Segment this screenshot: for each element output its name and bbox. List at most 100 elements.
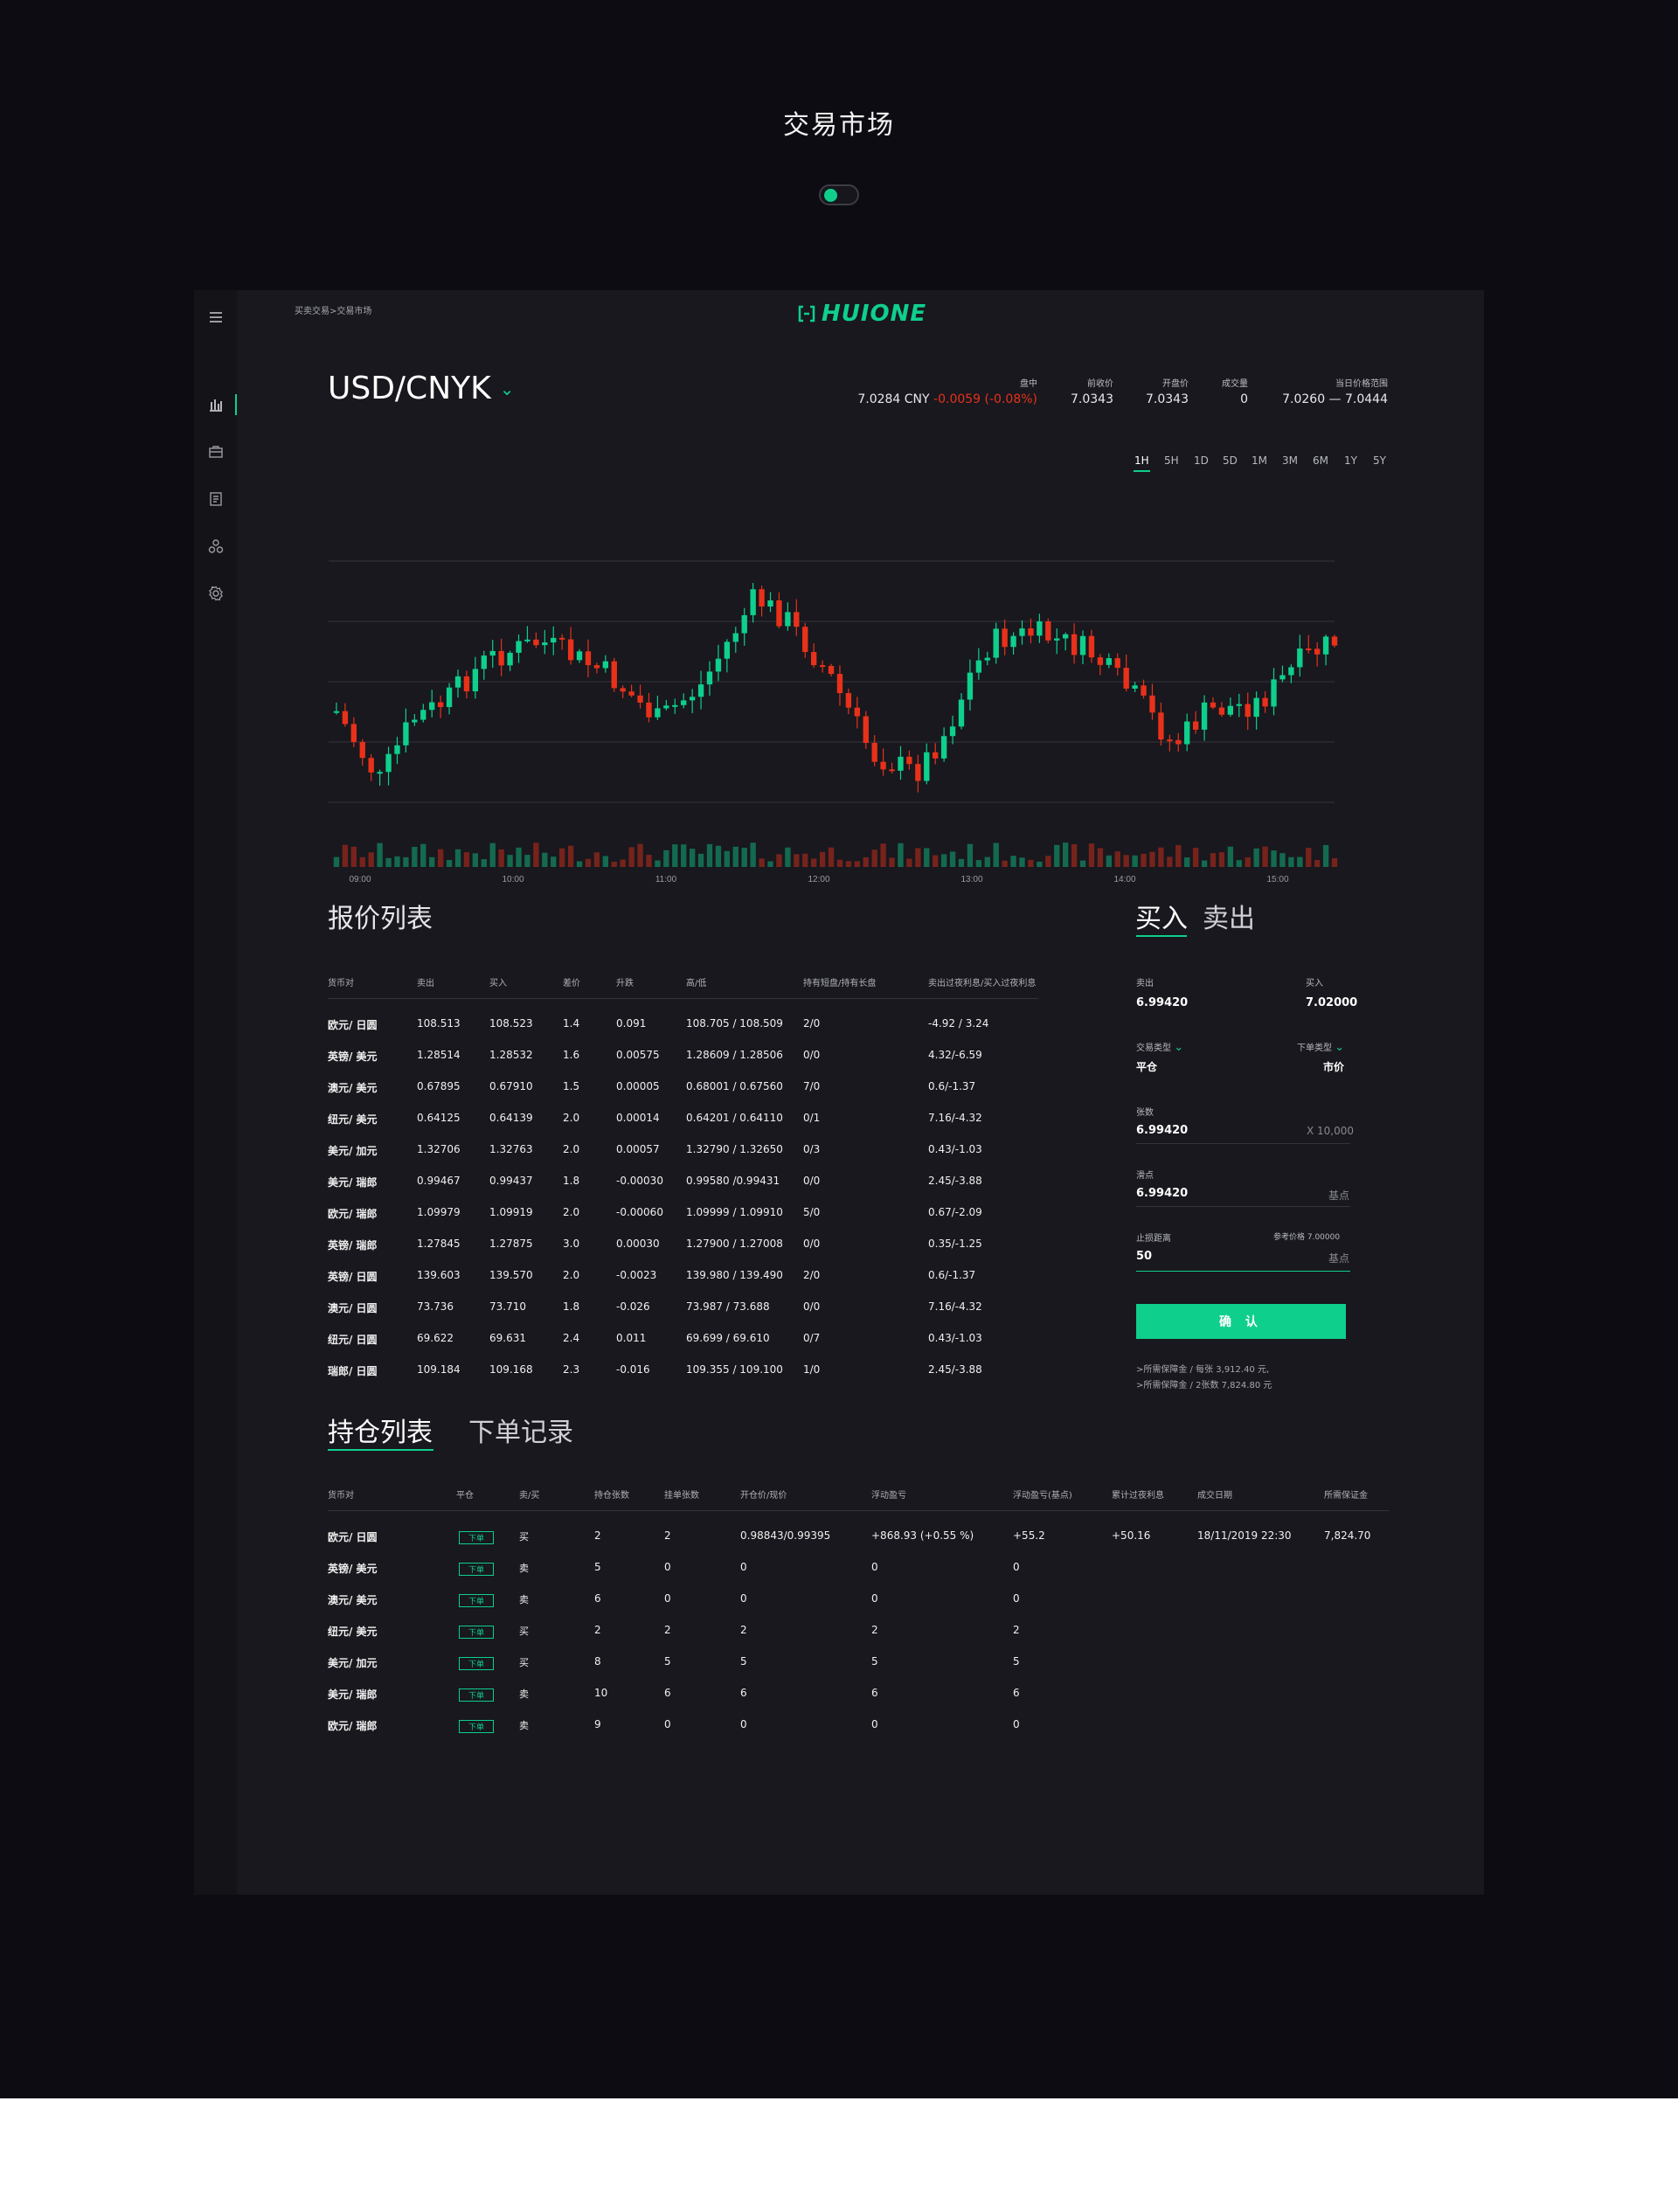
quote-cell-buy: 1.27875 bbox=[489, 1238, 533, 1250]
candle-body bbox=[949, 726, 956, 737]
position-cell-pnl_bp: 0 bbox=[1013, 1718, 1020, 1730]
quote-cell-change: -0.026 bbox=[616, 1300, 650, 1313]
tab-range-1h[interactable]: 1H bbox=[1134, 454, 1150, 472]
close-position-button[interactable]: 下单 bbox=[459, 1531, 494, 1544]
close-position-button[interactable]: 下单 bbox=[459, 1626, 494, 1639]
tab-sell[interactable]: 卖出 bbox=[1203, 897, 1255, 935]
candle-body bbox=[646, 702, 652, 718]
quote-cell-buy: 1.32763 bbox=[489, 1143, 533, 1155]
candle-body bbox=[350, 724, 357, 743]
volume-bar bbox=[1279, 853, 1286, 867]
candle-body bbox=[915, 764, 921, 781]
sidebar-item-settings[interactable] bbox=[194, 576, 237, 611]
lots-input[interactable]: 6.99420 bbox=[1136, 1124, 1188, 1137]
close-position-button[interactable]: 下单 bbox=[459, 1594, 494, 1607]
volume-bar bbox=[489, 843, 496, 867]
breadcrumb[interactable]: 买卖交易>交易市场 bbox=[295, 303, 371, 316]
tab-buy[interactable]: 买入 bbox=[1135, 897, 1188, 935]
stat-day-range-label: 当日价格范围 bbox=[1335, 379, 1388, 389]
quotes-header-cell: 高/低 bbox=[686, 979, 707, 988]
volume-bar bbox=[1054, 844, 1060, 867]
positions-header-cell: 挂单张数 bbox=[664, 1491, 699, 1501]
candle-body bbox=[1236, 704, 1242, 706]
theme-toggle[interactable] bbox=[819, 184, 859, 205]
candle-body bbox=[1175, 739, 1182, 745]
close-position-button[interactable]: 下单 bbox=[459, 1688, 494, 1702]
menu-icon[interactable] bbox=[194, 300, 237, 335]
quote-cell-pair: 英镑/ 美元 bbox=[328, 1051, 378, 1063]
candle-body bbox=[542, 642, 548, 646]
lots-unit: X 10,000 bbox=[1307, 1125, 1355, 1137]
position-cell-pair: 澳元/ 美元 bbox=[328, 1594, 378, 1606]
candle-body bbox=[342, 711, 349, 725]
tab-buy-underline bbox=[1136, 935, 1187, 937]
tab-range-5h[interactable]: 5H bbox=[1164, 454, 1179, 467]
stat-mid-label: 盘中 bbox=[1020, 379, 1037, 389]
candle-body bbox=[567, 639, 574, 661]
candle-body bbox=[368, 758, 374, 773]
quote-cell-sell: 0.67895 bbox=[417, 1080, 461, 1092]
positions-header-cell: 成交日期 bbox=[1197, 1491, 1232, 1501]
tab-range-6m[interactable]: 6M bbox=[1313, 454, 1328, 467]
tab-positions[interactable]: 持仓列表 bbox=[328, 1411, 433, 1449]
tab-positions-underline bbox=[328, 1449, 433, 1451]
candle-body bbox=[637, 695, 643, 703]
quote-cell-sell: 1.32706 bbox=[417, 1143, 461, 1155]
nodes-icon bbox=[208, 539, 223, 553]
x-tick-label: 09:00 bbox=[349, 875, 371, 884]
tab-range-5y[interactable]: 5Y bbox=[1373, 454, 1386, 467]
volume-bar bbox=[940, 854, 947, 867]
volume-bar bbox=[724, 850, 731, 867]
buy-value: 7.02000 bbox=[1306, 996, 1358, 1009]
volume-bar bbox=[810, 858, 817, 867]
candle-body bbox=[898, 756, 904, 771]
slippage-input[interactable]: 6.99420 bbox=[1136, 1187, 1188, 1200]
candle-body bbox=[741, 614, 747, 634]
sidebar-item-records[interactable] bbox=[194, 482, 237, 517]
volume-bar bbox=[611, 861, 617, 867]
quote-cell-spread: 2.0 bbox=[563, 1206, 580, 1218]
candle-body bbox=[454, 676, 461, 688]
tab-range-1d[interactable]: 1D bbox=[1194, 454, 1209, 467]
order-type-dropdown[interactable]: 下单类型 ⌄ bbox=[1297, 1040, 1344, 1054]
tab-range-3m[interactable]: 3M bbox=[1282, 454, 1298, 467]
volume-bar bbox=[463, 852, 470, 867]
sidebar-item-network[interactable] bbox=[194, 529, 237, 564]
position-cell-price: 0 bbox=[740, 1561, 747, 1573]
tab-range-5d[interactable]: 5D bbox=[1223, 454, 1238, 467]
pair-selector[interactable]: USD/CNYK ⌄ bbox=[328, 371, 514, 406]
stoploss-input[interactable]: 50 bbox=[1136, 1250, 1152, 1263]
position-cell-price: 6 bbox=[740, 1687, 747, 1699]
volume-bar bbox=[915, 848, 921, 867]
volume-bar bbox=[1245, 856, 1251, 867]
position-cell-pair: 美元/ 加元 bbox=[328, 1657, 378, 1669]
stat-prev-close-value: 7.0343 bbox=[1071, 392, 1113, 406]
close-position-button[interactable]: 下单 bbox=[459, 1720, 494, 1733]
candle-body bbox=[558, 637, 565, 640]
confirm-button[interactable]: 确 认 bbox=[1136, 1304, 1346, 1339]
close-position-button[interactable]: 下单 bbox=[459, 1563, 494, 1576]
position-cell-held: 10 bbox=[594, 1687, 608, 1699]
candle-body bbox=[794, 612, 800, 628]
volume-bar bbox=[429, 856, 435, 867]
volume-bar bbox=[524, 855, 530, 867]
close-position-button[interactable]: 下单 bbox=[459, 1657, 494, 1670]
candle-body bbox=[706, 671, 713, 685]
candle-body bbox=[1306, 648, 1312, 651]
tab-range-1y[interactable]: 1Y bbox=[1344, 454, 1357, 467]
sell-value: 6.99420 bbox=[1136, 996, 1189, 1009]
price-chart[interactable]: 09:00 10:00 11:00 12:00 13:00 14:00 15:00 bbox=[325, 493, 1356, 1131]
trade-type-dropdown[interactable]: 交易类型 ⌄ bbox=[1136, 1040, 1183, 1054]
quote-cell-hl: 69.699 / 69.610 bbox=[686, 1332, 770, 1344]
candle-body bbox=[1045, 621, 1051, 641]
volume-bar bbox=[1114, 851, 1120, 867]
tab-range-1m[interactable]: 1M bbox=[1252, 454, 1267, 467]
candle-body bbox=[1227, 705, 1234, 715]
candle-body bbox=[420, 710, 426, 720]
stat-mid-value: 7.0284 CNY -0.0059 (-0.08%) bbox=[857, 392, 1037, 406]
sidebar-item-market[interactable] bbox=[194, 387, 237, 422]
quote-cell-sell: 1.27845 bbox=[417, 1238, 461, 1250]
quote-cell-hl: 1.09999 / 1.09910 bbox=[686, 1206, 783, 1218]
tab-orders[interactable]: 下单记录 bbox=[468, 1411, 573, 1449]
quote-cell-hold: 0/0 bbox=[803, 1175, 821, 1187]
